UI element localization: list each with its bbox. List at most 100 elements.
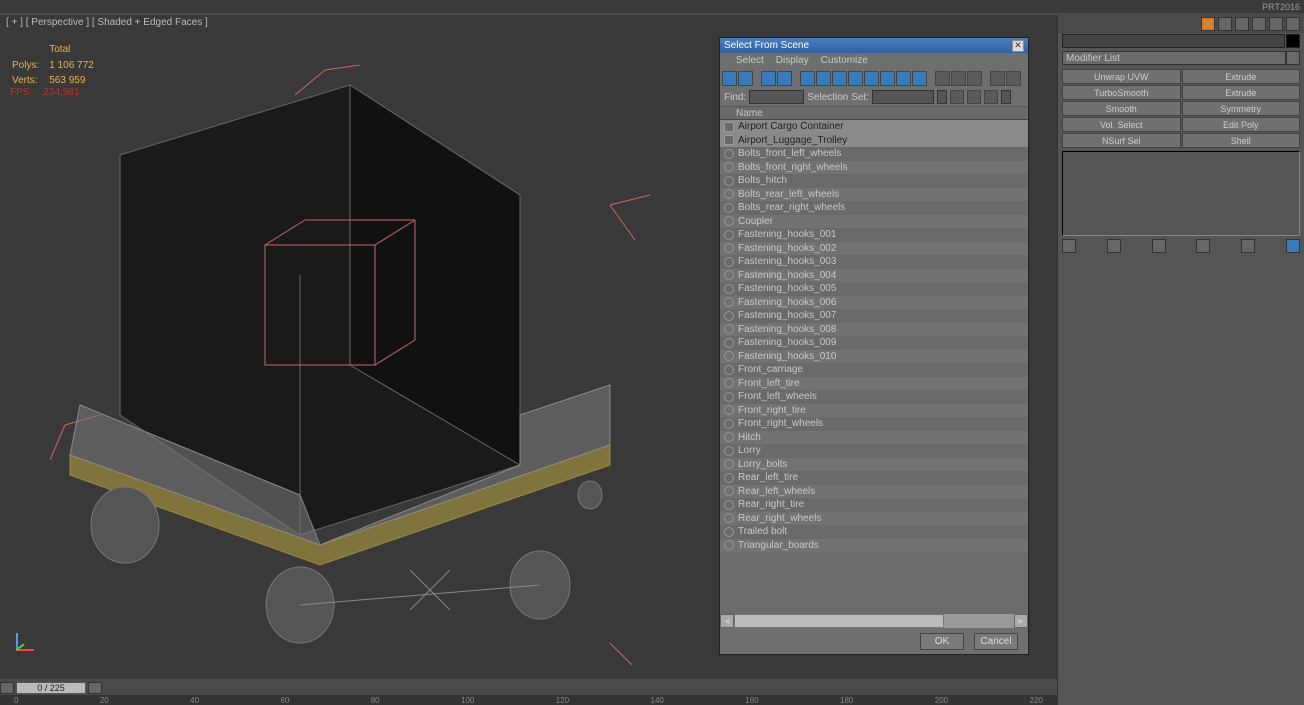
dialog-titlebar[interactable]: Select From Scene ✕ — [720, 38, 1028, 53]
type-light-icon[interactable] — [832, 71, 847, 86]
time-slot[interactable]: 0 / 225 — [16, 682, 86, 694]
list-item[interactable]: Fastening_hooks_003 — [720, 255, 1028, 269]
modifier-button[interactable]: Shell — [1182, 133, 1301, 148]
scroll-thumb[interactable] — [734, 614, 944, 628]
time-ruler[interactable]: 020406080100120140160180200220 — [0, 695, 1057, 705]
type-bone-icon[interactable] — [912, 71, 927, 86]
list-item[interactable]: Rear_left_wheels — [720, 485, 1028, 499]
list-item[interactable]: Rear_right_wheels — [720, 512, 1028, 526]
toggle-icon[interactable] — [935, 71, 950, 86]
type-geometry-icon[interactable] — [800, 71, 815, 86]
menu-select[interactable]: Select — [736, 55, 764, 66]
tab-modify-icon[interactable] — [1218, 17, 1232, 31]
list-item[interactable]: Lorry_bolts — [720, 458, 1028, 472]
tab-utilities-icon[interactable] — [1286, 17, 1300, 31]
list-item[interactable]: Triangular_boards — [720, 539, 1028, 553]
list-item[interactable]: Front_carriage — [720, 363, 1028, 377]
menu-display[interactable]: Display — [776, 55, 809, 66]
list-item[interactable]: Bolts_rear_left_wheels — [720, 188, 1028, 202]
list-item[interactable]: Rear_left_tire — [720, 471, 1028, 485]
list-item[interactable]: Lorry — [720, 444, 1028, 458]
filter-icon[interactable] — [777, 71, 792, 86]
list-item[interactable]: Trailed bolt — [720, 525, 1028, 539]
modifier-button[interactable]: Unwrap UVW — [1062, 69, 1181, 84]
chevron-down-icon[interactable] — [1286, 51, 1300, 65]
list-item[interactable]: Coupler — [720, 215, 1028, 229]
list-item[interactable]: Fastening_hooks_010 — [720, 350, 1028, 364]
modifier-button[interactable]: Smooth — [1062, 101, 1181, 116]
tab-hierarchy-icon[interactable] — [1235, 17, 1249, 31]
type-helper-icon[interactable] — [864, 71, 879, 86]
type-group-icon[interactable] — [896, 71, 911, 86]
color-swatch[interactable] — [1286, 34, 1300, 48]
selset-input[interactable] — [872, 90, 934, 104]
list-item[interactable]: Fastening_hooks_004 — [720, 269, 1028, 283]
list-item[interactable]: Fastening_hooks_002 — [720, 242, 1028, 256]
menu-customize[interactable]: Customize — [821, 55, 868, 66]
make-unique-icon[interactable] — [1152, 239, 1166, 253]
list-item[interactable]: Front_left_tire — [720, 377, 1028, 391]
list-item[interactable]: Bolts_front_right_wheels — [720, 161, 1028, 175]
list-item[interactable]: Front_left_wheels — [720, 390, 1028, 404]
cancel-button[interactable]: Cancel — [974, 633, 1018, 650]
toggle-icon[interactable] — [951, 71, 966, 86]
list-item[interactable]: Front_right_tire — [720, 404, 1028, 418]
list-item[interactable]: Hitch — [720, 431, 1028, 445]
toggle-icon[interactable] — [967, 71, 982, 86]
object-name-input[interactable] — [1062, 34, 1285, 48]
list-item[interactable]: Fastening_hooks_001 — [720, 228, 1028, 242]
object-list[interactable]: Airport Cargo ContainerAirport_Luggage_T… — [720, 120, 1028, 614]
list-item[interactable]: Fastening_hooks_006 — [720, 296, 1028, 310]
selset-btn-icon[interactable] — [950, 90, 964, 104]
tab-display-icon[interactable] — [1269, 17, 1283, 31]
selset-btn-icon[interactable] — [967, 90, 981, 104]
modifier-button[interactable]: Vol. Select — [1062, 117, 1181, 132]
configure-sets-icon[interactable] — [1286, 239, 1300, 253]
filter-icon[interactable] — [738, 71, 753, 86]
list-item[interactable]: Bolts_hitch — [720, 174, 1028, 188]
configure-icon[interactable] — [1241, 239, 1255, 253]
list-header-name[interactable]: Name — [720, 106, 1028, 120]
list-item[interactable]: Airport_Luggage_Trolley — [720, 134, 1028, 148]
modifier-button[interactable]: TurboSmooth — [1062, 85, 1181, 100]
list-item[interactable]: Rear_right_tire — [720, 498, 1028, 512]
list-item[interactable]: Fastening_hooks_008 — [720, 323, 1028, 337]
filter-icon[interactable] — [722, 71, 737, 86]
filter-icon[interactable] — [761, 71, 776, 86]
tool-icon[interactable] — [1006, 71, 1021, 86]
chevron-down-icon[interactable] — [1001, 90, 1011, 104]
list-scrollbar[interactable]: ◂ ▸ — [720, 614, 1028, 628]
remove-mod-icon[interactable] — [1196, 239, 1210, 253]
scroll-left-icon[interactable] — [0, 682, 14, 694]
modifier-dropdown[interactable]: Modifier List — [1062, 51, 1300, 67]
filter-funnel-icon[interactable] — [990, 71, 1005, 86]
modifier-button[interactable]: Edit Poly — [1182, 117, 1301, 132]
ok-button[interactable]: OK — [920, 633, 964, 650]
show-end-icon[interactable] — [1107, 239, 1121, 253]
modifier-button[interactable]: Extrude — [1182, 85, 1301, 100]
scroll-left-icon[interactable]: ◂ — [720, 614, 734, 628]
scroll-right-icon[interactable] — [88, 682, 102, 694]
list-item[interactable]: Fastening_hooks_005 — [720, 282, 1028, 296]
close-icon[interactable]: ✕ — [1012, 40, 1024, 52]
tab-motion-icon[interactable] — [1252, 17, 1266, 31]
modifier-button[interactable]: Extrude — [1182, 69, 1301, 84]
type-camera-icon[interactable] — [848, 71, 863, 86]
list-item[interactable]: Fastening_hooks_009 — [720, 336, 1028, 350]
list-item[interactable]: Fastening_hooks_007 — [720, 309, 1028, 323]
chevron-down-icon[interactable] — [937, 90, 947, 104]
type-spacewarp-icon[interactable] — [880, 71, 895, 86]
pin-stack-icon[interactable] — [1062, 239, 1076, 253]
tab-create-icon[interactable] — [1201, 17, 1215, 31]
list-item[interactable]: Front_right_wheels — [720, 417, 1028, 431]
list-item[interactable]: Bolts_rear_right_wheels — [720, 201, 1028, 215]
find-input[interactable] — [749, 90, 804, 104]
time-slider-bar[interactable]: 0 / 225 — [0, 681, 1057, 695]
selset-btn-icon[interactable] — [984, 90, 998, 104]
list-item[interactable]: Airport Cargo Container — [720, 120, 1028, 134]
scroll-right-icon[interactable]: ▸ — [1014, 614, 1028, 628]
modifier-button[interactable]: Symmetry — [1182, 101, 1301, 116]
modifier-stack[interactable] — [1062, 151, 1300, 236]
viewport-label[interactable]: [ + ] [ Perspective ] [ Shaded + Edged F… — [2, 15, 212, 30]
list-item[interactable]: Bolts_front_left_wheels — [720, 147, 1028, 161]
